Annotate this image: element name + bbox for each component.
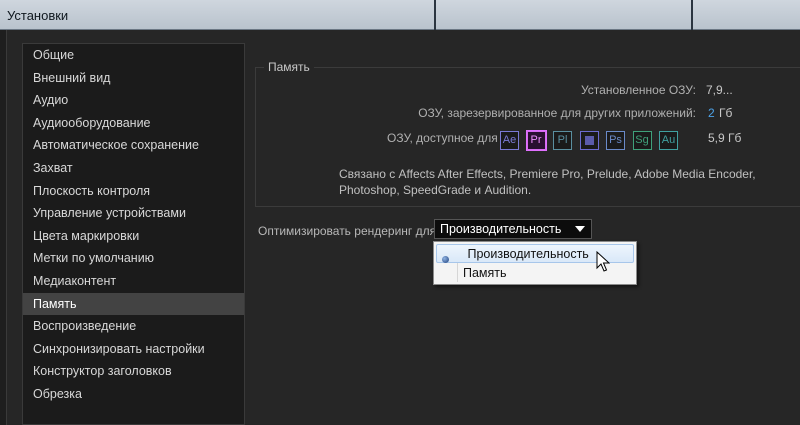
dropdown-option-performance-label: Производительность [467, 247, 589, 261]
mouse-pointer-icon [596, 251, 610, 272]
sidebar-item-audio[interactable]: Аудио [23, 89, 244, 112]
render-optimize-label: Оптимизировать рендеринг для: [258, 224, 440, 238]
sidebar-item-label-colors[interactable]: Цвета маркировки [23, 225, 244, 248]
speedgrade-icon[interactable]: Sg [632, 131, 652, 150]
sidebar-item-playback[interactable]: Воспроизведение [23, 315, 244, 338]
audition-icon[interactable]: Au [659, 131, 678, 150]
installed-ram-value: 7,9... [706, 83, 733, 97]
titlebar-divider [434, 0, 436, 30]
reserved-ram-unit: Гб [719, 106, 733, 120]
window-titlebar[interactable]: Установки [0, 0, 800, 30]
render-optimize-select[interactable]: Производительность [434, 219, 592, 239]
after-effects-icon[interactable]: Ae [500, 131, 519, 150]
linked-apps-text: Связано с Affects After Effects, Premier… [339, 167, 756, 197]
sidebar-item-memory[interactable]: Память [23, 292, 244, 316]
sidebar-item-label-defaults[interactable]: Метки по умолчанию [23, 247, 244, 270]
sidebar-item-general[interactable]: Общие [23, 44, 244, 67]
render-optimize-value: Производительность [440, 222, 562, 236]
preferences-category-list[interactable]: Общие Внешний вид Аудио Аудиооборудовани… [22, 43, 245, 425]
sidebar-item-auto-save[interactable]: Автоматическое сохранение [23, 134, 244, 157]
installed-ram-label: Установленное ОЗУ: [580, 83, 696, 97]
titlebar-divider [691, 0, 693, 30]
dropdown-option-memory-label: Память [463, 266, 507, 280]
radio-selected-icon [442, 256, 449, 263]
reserved-ram-value[interactable]: 2 [708, 106, 715, 120]
sidebar-item-sync-settings[interactable]: Синхронизировать настройки [23, 338, 244, 361]
sidebar-item-capture[interactable]: Захват [23, 157, 244, 180]
sidebar-item-control-surface[interactable]: Плоскость контроля [23, 180, 244, 203]
prelude-icon[interactable]: Pl [553, 131, 572, 150]
window-title: Установки [7, 8, 69, 23]
sidebar-item-appearance[interactable]: Внешний вид [23, 67, 244, 90]
sidebar-item-trim[interactable]: Обрезка [23, 383, 244, 406]
sidebar-item-media[interactable]: Медиаконтент [23, 270, 244, 293]
sidebar-item-titler[interactable]: Конструктор заголовков [23, 360, 244, 383]
photoshop-icon[interactable]: Ps [606, 131, 625, 150]
premiere-pro-icon[interactable]: Pr [526, 131, 546, 150]
sidebar-item-audio-hardware[interactable]: Аудиооборудование [23, 112, 244, 135]
media-encoder-icon[interactable] [579, 131, 599, 150]
available-ram-label: ОЗУ, доступное для [387, 131, 498, 145]
memory-group-title: Память [264, 60, 314, 74]
chevron-down-icon [575, 226, 585, 232]
available-ram-value: 5,9 Гб [708, 131, 742, 145]
sidebar-item-device-control[interactable]: Управление устройствами [23, 202, 244, 225]
reserved-ram-label: ОЗУ, зарезервированное для других прилож… [418, 106, 696, 120]
